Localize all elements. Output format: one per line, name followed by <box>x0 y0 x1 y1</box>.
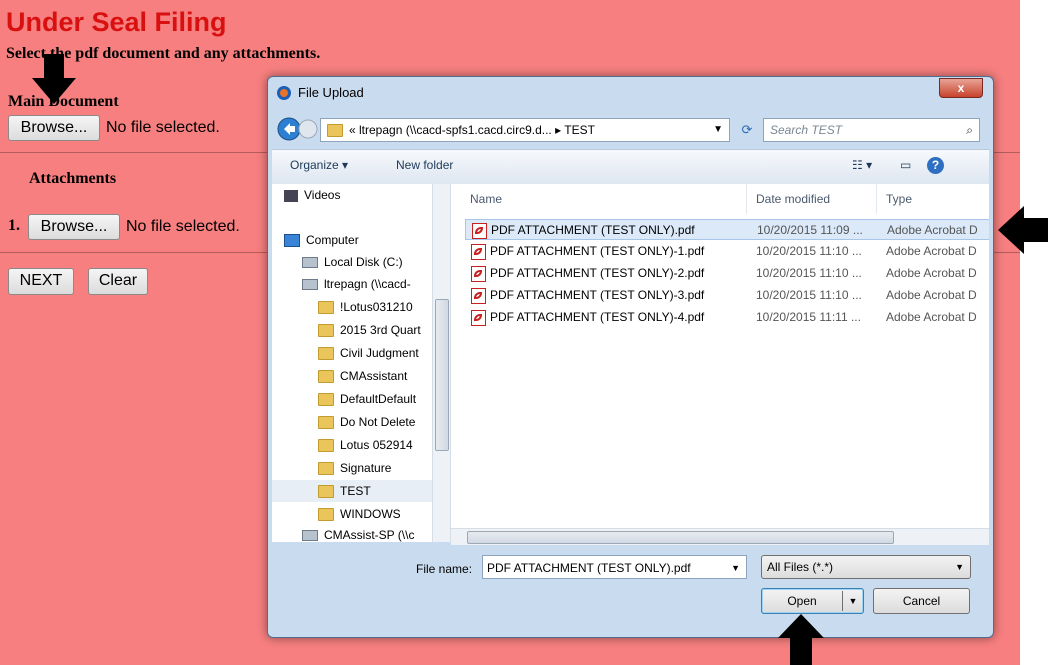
view-options-icon[interactable]: ☷ ▾ <box>852 158 872 172</box>
search-icon: ⌕ <box>966 123 973 137</box>
folder-icon <box>318 416 334 430</box>
new-folder-button[interactable]: New folder <box>396 158 453 172</box>
nav-item-local-disk[interactable]: Local Disk (C:) <box>302 251 403 273</box>
drive-icon <box>302 257 318 269</box>
nav-item-folder[interactable]: Lotus 052914 <box>318 434 413 456</box>
close-button[interactable]: x <box>939 78 983 98</box>
clear-button[interactable]: Clear <box>88 268 148 295</box>
file-upload-dialog: File Upload x « ltrepagn (\\cacd-spfs1.c… <box>267 76 994 638</box>
file-type-select[interactable]: All Files (*.*) ▼ <box>761 555 971 579</box>
nav-item-test-selected[interactable]: TEST <box>272 480 432 502</box>
folder-icon <box>318 485 334 499</box>
computer-icon <box>284 234 300 248</box>
nav-item-videos[interactable]: Videos <box>284 184 340 206</box>
page-title: Under Seal Filing <box>6 7 227 37</box>
split-divider <box>842 591 843 611</box>
main-browse-button[interactable]: Browse... <box>8 115 100 141</box>
file-row[interactable]: PDF ATTACHMENT (TEST ONLY)-3.pdf 10/20/2… <box>465 285 989 306</box>
folder-icon <box>318 301 334 315</box>
folder-icon <box>318 462 334 476</box>
column-header-date[interactable]: Date modified <box>756 192 830 206</box>
folder-icon <box>318 347 334 361</box>
open-button[interactable]: Open ▼ <box>761 588 864 614</box>
pdf-file-icon <box>472 222 487 239</box>
chevron-down-icon[interactable]: ▼ <box>731 556 740 580</box>
network-drive-icon <box>302 279 318 291</box>
nav-item-network-drive[interactable]: CMAssist-SP (\\c <box>302 524 414 542</box>
column-separator <box>746 184 747 214</box>
folder-icon <box>318 439 334 453</box>
nav-item-folder[interactable]: Do Not Delete <box>318 411 415 433</box>
attachment-index: 1. <box>8 217 20 234</box>
nav-item-folder[interactable]: WINDOWS <box>318 503 401 525</box>
attachment-browse-button[interactable]: Browse... <box>28 214 120 240</box>
pdf-file-icon <box>471 243 486 260</box>
column-header-type[interactable]: Type <box>886 192 912 206</box>
nav-item-computer[interactable]: Computer <box>284 229 359 251</box>
nav-item-folder[interactable]: !Lotus031210 <box>318 296 413 318</box>
pdf-file-icon <box>471 309 486 326</box>
chevron-down-icon[interactable]: ▼ <box>845 589 861 613</box>
preview-pane-icon[interactable]: ▭ <box>900 158 911 172</box>
address-path: « ltrepagn (\\cacd-spfs1.cacd.circ9.d...… <box>349 123 595 137</box>
video-icon <box>284 189 298 202</box>
nav-scroll-thumb[interactable] <box>435 299 449 451</box>
toolbar: Organize ▾ New folder ☷ ▾ ▭ ? <box>272 149 989 185</box>
navigation-pane: Videos Computer Local Disk (C:) ltrepagn… <box>272 184 451 542</box>
nav-item-folder[interactable]: Civil Judgment <box>318 342 419 364</box>
file-row[interactable]: PDF ATTACHMENT (TEST ONLY)-2.pdf 10/20/2… <box>465 263 989 284</box>
organize-menu[interactable]: Organize ▾ <box>290 158 348 172</box>
column-separator <box>876 184 877 214</box>
folder-icon <box>318 324 334 338</box>
folder-icon <box>318 508 334 522</box>
help-icon[interactable]: ? <box>927 157 944 174</box>
address-bar[interactable]: « ltrepagn (\\cacd-spfs1.cacd.circ9.d...… <box>320 118 730 142</box>
horizontal-scrollbar[interactable] <box>451 528 989 545</box>
attachment-no-file-text: No file selected. <box>126 218 240 235</box>
pdf-file-icon <box>471 265 486 282</box>
chevron-down-icon: ▼ <box>955 562 964 572</box>
main-no-file-text: No file selected. <box>106 119 220 136</box>
attachments-label: Attachments <box>29 170 117 187</box>
file-row-selected[interactable]: PDF ATTACHMENT (TEST ONLY).pdf 10/20/201… <box>465 219 989 240</box>
file-name-label: File name: <box>416 562 473 576</box>
cancel-button[interactable]: Cancel <box>873 588 970 614</box>
nav-item-folder[interactable]: Signature <box>318 457 391 479</box>
folder-icon <box>327 124 343 138</box>
nav-item-folder[interactable]: CMAssistant <box>318 365 407 387</box>
nav-item-folder[interactable]: 2015 3rd Quart <box>318 319 421 341</box>
browser-icon <box>277 86 291 100</box>
dialog-title: File Upload <box>298 85 364 100</box>
refresh-icon[interactable]: ⟳ <box>736 119 758 141</box>
file-row[interactable]: PDF ATTACHMENT (TEST ONLY)-1.pdf 10/20/2… <box>465 241 989 262</box>
file-list-pane: Name Date modified Type PDF ATTACHMENT (… <box>451 184 989 542</box>
main-document-label: Main Document <box>8 93 119 110</box>
network-drive-icon <box>302 530 318 542</box>
nav-item-folder[interactable]: DefaultDefault <box>318 388 416 410</box>
next-button[interactable]: NEXT <box>8 268 74 295</box>
nav-item-network-drive[interactable]: ltrepagn (\\cacd- <box>302 273 411 295</box>
file-row[interactable]: PDF ATTACHMENT (TEST ONLY)-4.pdf 10/20/2… <box>465 307 989 328</box>
column-header-name[interactable]: Name <box>470 192 502 206</box>
horizontal-scroll-thumb[interactable] <box>467 531 894 544</box>
search-input[interactable]: Search TEST ⌕ <box>763 118 980 142</box>
back-forward-icon[interactable] <box>276 115 318 143</box>
folder-icon <box>318 393 334 407</box>
chevron-down-icon[interactable]: ▼ <box>713 119 723 141</box>
file-name-input[interactable]: PDF ATTACHMENT (TEST ONLY).pdf ▼ <box>482 555 747 579</box>
nav-scrollbar[interactable] <box>432 184 450 542</box>
pdf-file-icon <box>471 287 486 304</box>
left-arrow-icon <box>998 206 1048 254</box>
search-placeholder: Search TEST <box>770 123 843 137</box>
folder-icon <box>318 370 334 384</box>
up-arrow-icon <box>778 614 824 665</box>
